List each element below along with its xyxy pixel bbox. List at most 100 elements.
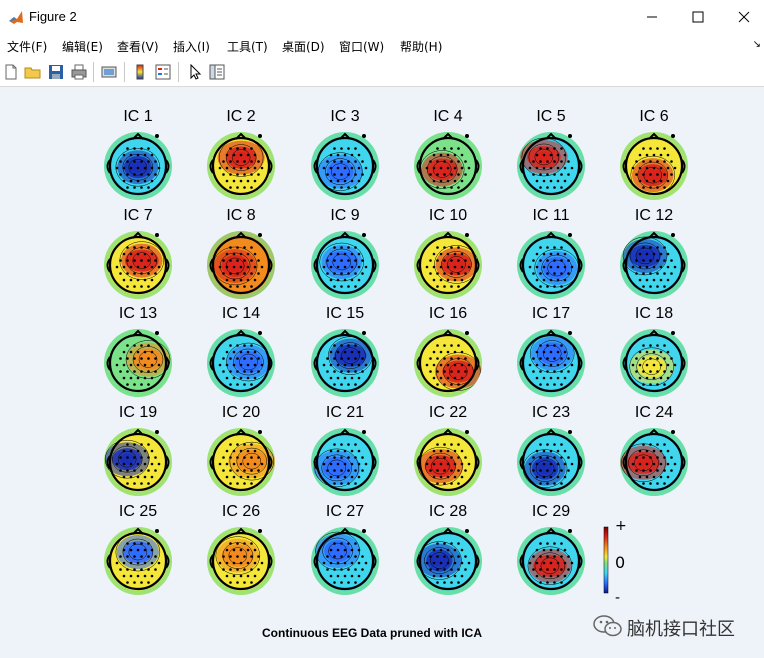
ic-label: IC 11 [532,207,570,224]
ic-label: IC 8 [226,207,256,224]
menu-tools[interactable]: 工具(T) [227,38,268,55]
ic-label: IC 27 [325,503,365,520]
topoplot-17 [517,329,585,397]
topoplot-15 [311,329,379,397]
toolbar-separator [93,62,94,82]
ic-label: IC 14 [221,305,261,322]
wechat-icon [593,615,622,637]
ic-label: IC 26 [221,503,261,520]
ic-label: IC 23 [531,404,571,421]
topoplot-28 [414,527,482,595]
ic-label: IC 29 [531,503,571,520]
topoplot-8 [207,231,275,299]
menu-desktop[interactable]: 桌面(D) [282,38,325,55]
toolbar-separator [124,62,125,82]
ic-label: IC 7 [123,207,153,224]
ic-label: IC 24 [634,404,674,421]
topoplot-20 [207,428,275,496]
save-icon[interactable] [47,63,65,81]
topoplot-23 [517,428,585,496]
topoplot-29 [517,527,585,595]
topoplot-19 [104,428,172,496]
new-figure-icon[interactable] [2,63,20,81]
topoplot-10 [414,231,482,299]
menu-help[interactable]: 帮助(H) [400,38,442,55]
minimize-button[interactable] [629,0,675,34]
close-button[interactable] [721,0,764,34]
ic-label: IC 9 [330,207,360,224]
topoplot-24 [620,428,688,496]
menu-view[interactable]: 查看(V) [117,38,159,55]
toolbar-separator [178,62,179,82]
ic-label: IC 13 [118,305,158,322]
topoplot-3 [311,132,379,200]
ic-label: IC 15 [325,305,365,322]
ic-label: IC 17 [531,305,571,322]
colorbar-min-label: - [615,590,621,606]
topoplot-16 [414,329,482,397]
maximize-icon [692,11,704,23]
colorbar-max-label: + [615,518,627,534]
topoplot-21 [311,428,379,496]
ic-label: IC 20 [221,404,261,421]
menu-window[interactable]: 窗口(W) [339,38,384,55]
menu-bar: 文件(F) 编辑(E) 查看(V) 插入(I) 工具(T) 桌面(D) 窗口(W… [0,34,764,58]
dock-arrow-icon[interactable]: ↘ [753,39,761,50]
topoplot-13 [104,329,172,397]
watermark: 脑机接口社区 [593,614,753,640]
toolbar [0,58,764,87]
ic-label: IC 1 [123,108,153,125]
ic-label: IC 22 [428,404,468,421]
insert-colorbar-icon[interactable] [131,63,149,81]
ic-label: IC 12 [634,207,674,224]
topoplot-12 [620,231,688,299]
title-bar: Figure 2 [0,0,764,34]
topoplot-22 [414,428,482,496]
topoplot-1 [104,132,172,200]
print-icon[interactable] [70,63,88,81]
menu-file[interactable]: 文件(F) [7,38,47,55]
topoplot-26 [207,527,275,595]
ic-label: IC 2 [226,108,256,125]
ic-label: IC 21 [325,404,365,421]
topoplot-6 [620,132,688,200]
property-editor-icon[interactable] [208,63,226,81]
ic-label: IC 10 [428,207,468,224]
topoplot-5 [517,132,585,200]
topoplot-9 [311,231,379,299]
open-file-icon[interactable] [24,63,42,81]
ic-label: IC 18 [634,305,674,322]
colorbar-mid-label: 0 [615,553,626,572]
topoplot-7 [104,231,172,299]
figure-title: Continuous EEG Data pruned with ICA [262,626,482,640]
close-icon [738,11,750,23]
watermark-text: 脑机接口社区 [627,619,735,640]
menu-edit[interactable]: 编辑(E) [62,38,103,55]
ic-label: IC 5 [536,108,566,125]
pointer-icon[interactable] [186,63,204,81]
figure-canvas: IC 1 IC 2 IC 3 IC 4 IC 5 IC 6 IC 7 IC 8 IC 9 IC 1… [0,87,764,658]
minimize-icon [647,16,657,18]
ic-label: IC 19 [118,404,158,421]
menu-insert[interactable]: 插入(I) [173,38,210,55]
ic-label: IC 28 [428,503,468,520]
topoplot-4 [414,132,482,200]
ic-label: IC 25 [118,503,158,520]
colorbar [603,526,609,594]
ic-label: IC 3 [330,108,360,125]
topoplot-11 [517,231,585,299]
topoplot-27 [311,527,379,595]
topoplot-25 [104,527,172,595]
print-preview-icon[interactable] [100,63,118,81]
ic-label: IC 4 [433,108,463,125]
topoplot-2 [207,132,275,200]
ic-label: IC 6 [639,108,669,125]
matlab-icon [9,11,23,24]
window-title: Figure 2 [29,9,77,24]
topoplot-grid [104,132,688,595]
topoplot-18 [620,329,688,397]
topoplot-14 [207,329,275,397]
ic-label: IC 16 [428,305,468,322]
insert-legend-icon[interactable] [154,63,172,81]
maximize-button[interactable] [675,0,721,34]
